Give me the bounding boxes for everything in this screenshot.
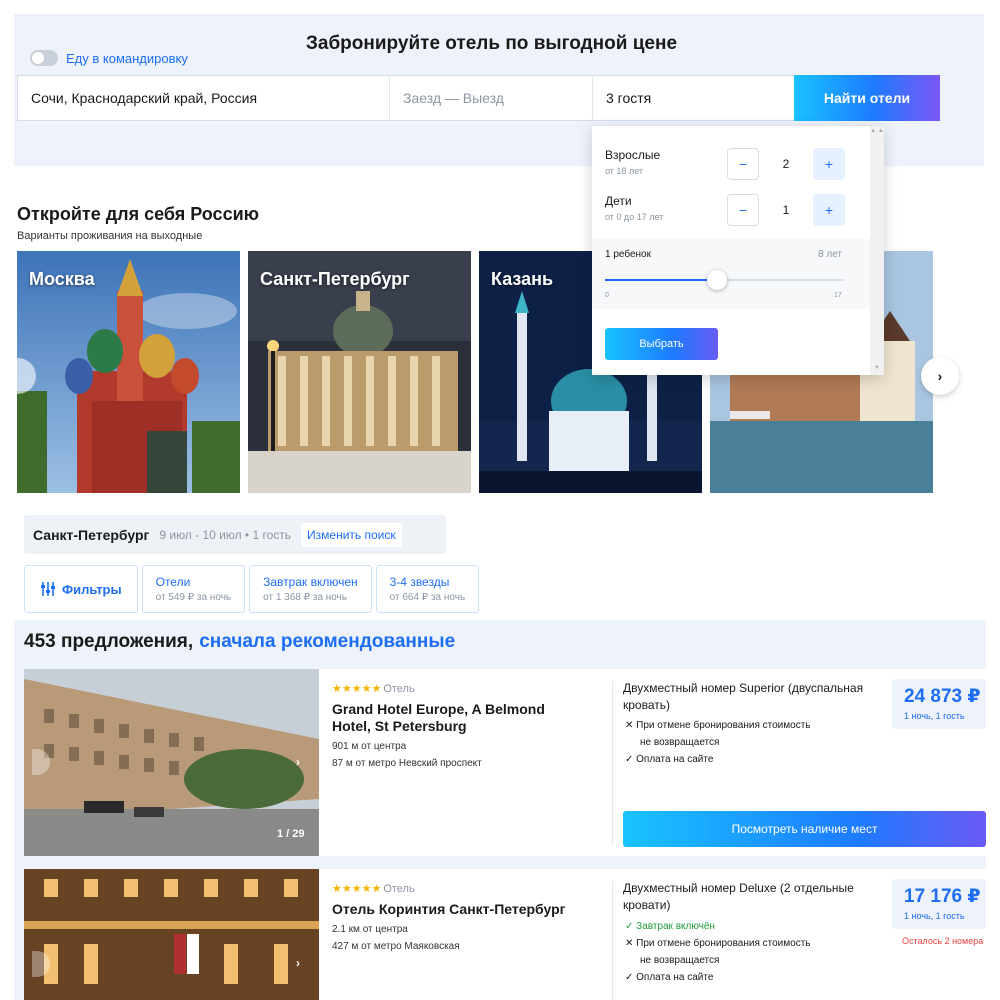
find-hotels-button[interactable]: Найти отели — [794, 75, 940, 121]
business-trip-toggle-row[interactable]: Еду в командировку — [30, 50, 188, 66]
hotel-stars: ★★★★★ Отель — [332, 882, 415, 895]
hotel-1-image — [24, 669, 319, 856]
hotel-name[interactable]: Grand Hotel Europe, A Belmond Hotel, St … — [332, 701, 582, 735]
children-minus-button[interactable]: − — [727, 194, 759, 226]
hotel-metro: 87 м от метро Невский проспект — [332, 758, 482, 769]
cancel-line-2: не возвращается — [640, 737, 720, 748]
photo-counter: 1 / 29 — [277, 828, 305, 840]
adults-minus-button[interactable]: − — [727, 148, 759, 180]
breakfast-line: ✓ Завтрак включён — [625, 921, 715, 932]
check-availability-button[interactable]: Посмотреть наличие мест — [623, 811, 986, 847]
slider-max-label: 17 — [834, 292, 842, 299]
child-age-block: 1 ребенок 8 лет 0 17 — [592, 239, 870, 309]
chip-title: Отели — [155, 575, 191, 589]
hotel-card-2[interactable]: › ★★★★★ Отель Отель Коринтия Санкт-Петерб… — [24, 869, 986, 1000]
room-type[interactable]: Двухместный номер Deluxe (2 отдельные кр… — [623, 880, 885, 914]
chip-title: Завтрак включен — [263, 575, 358, 589]
price: 17 176 ₽ — [904, 886, 981, 907]
hotel-card-1[interactable]: › 1 / 29 ★★★★★ Отель Grand Hotel Europe, … — [24, 669, 986, 856]
adults-row: Взрослые от 18 лет − 2 + — [605, 148, 845, 182]
filter-chips: Фильтры Отели от 549 ₽ за ночь Завтрак в… — [24, 565, 480, 613]
summary-meta: 9 июл - 10 июл • 1 гость — [159, 527, 292, 542]
hotel-divider — [612, 881, 613, 1000]
chip-price: от 1 368 ₽ за ночь — [263, 592, 347, 603]
carousel-next-button[interactable]: › — [921, 357, 959, 395]
chip-price: от 664 ₽ за ночь — [389, 592, 466, 603]
chip-title: 3-4 звезды — [389, 575, 450, 589]
discover-title: Откройте для себя Россию — [17, 204, 260, 224]
offers-count: 453 предложения, — [24, 631, 194, 652]
filter-chip-stars[interactable]: 3-4 звезды от 664 ₽ за ночь — [375, 565, 480, 613]
city-name-kazan: Казань — [491, 269, 554, 289]
hotel-divider — [612, 681, 613, 845]
star-rating: ★★★★★ — [332, 683, 382, 695]
dates-input[interactable]: Заезд — Выезд — [390, 76, 593, 120]
search-bar: Сочи, Краснодарский край, Россия Заезд —… — [17, 75, 795, 121]
filter-chip-hotels[interactable]: Отели от 549 ₽ за ночь — [141, 565, 246, 613]
child-age-slider[interactable] — [605, 270, 843, 290]
rooms-left-warning: Осталось 2 номера — [902, 936, 984, 946]
business-trip-label[interactable]: Еду в командировку — [66, 51, 188, 66]
child-age-slider-fill — [605, 279, 717, 281]
popup-scrollbar[interactable] — [870, 126, 884, 375]
hotel-distance: 901 м от центра — [332, 741, 407, 752]
hotel-metro: 427 м от метро Маяковская — [332, 941, 460, 952]
cancel-line: ✕ При отмене бронирования стоимость — [625, 938, 811, 949]
price-note: 1 ночь, 1 гость — [904, 911, 965, 921]
filters-label: Фильтры — [62, 581, 122, 597]
room-conditions: ✓ Завтрак включён ✕ При отмене бронирова… — [625, 918, 865, 986]
filter-chip-breakfast[interactable]: Завтрак включен от 1 368 ₽ за ночь — [249, 565, 372, 613]
payment-line: ✓ Оплата на сайте — [625, 972, 714, 983]
search-summary: Санкт-Петербург 9 июл - 10 июл • 1 гость… — [24, 515, 446, 554]
summary-city: Санкт-Петербург — [33, 526, 150, 543]
adults-stepper: − 2 + — [727, 148, 845, 180]
select-guests-button[interactable]: Выбрать — [605, 328, 718, 360]
children-count: 1 — [782, 203, 790, 217]
city-card-spb[interactable]: Санкт-Петербург — [248, 251, 471, 493]
room-conditions: ✕ При отмене бронирования стоимость не в… — [625, 717, 865, 768]
children-row: Дети от 0 до 17 лет − 1 + — [605, 194, 845, 228]
child-label: 1 ребенок — [605, 249, 651, 260]
change-search-button[interactable]: Изменить поиск — [301, 522, 402, 547]
discover-subtitle: Варианты проживания на выходные — [17, 230, 203, 242]
cancel-line-2: не возвращается — [640, 955, 720, 966]
slider-min-label: 0 — [605, 292, 609, 299]
hotel-2-photo-next[interactable]: › — [290, 956, 306, 972]
filters-icon — [41, 582, 55, 596]
price-box: 24 873 ₽ 1 ночь, 1 гость — [892, 679, 986, 729]
child-age-slider-thumb[interactable] — [707, 270, 727, 290]
children-stepper: − 1 + — [727, 194, 845, 226]
offers-title: 453 предложения, сначала рекомендованные — [24, 631, 455, 653]
hotel-1-photo-next[interactable]: › — [290, 755, 306, 771]
city-card-moscow[interactable]: Москва — [17, 251, 240, 493]
child-age-value: 8 лет — [818, 249, 842, 260]
price: 24 873 ₽ — [904, 686, 981, 707]
hotel-kind: Отель — [383, 883, 415, 895]
filters-button[interactable]: Фильтры — [24, 565, 138, 613]
hotel-photo-1[interactable] — [24, 669, 319, 856]
chip-price: от 549 ₽ за ночь — [155, 592, 232, 603]
room-type[interactable]: Двухместный номер Superior (двуспальная … — [623, 680, 885, 714]
cancel-line: ✕ При отмене бронирования стоимость — [625, 720, 811, 731]
price-note: 1 ночь, 1 гость — [904, 711, 965, 721]
star-rating: ★★★★★ — [332, 883, 382, 895]
hotel-2-image — [24, 869, 319, 1000]
city-name-spb: Санкт-Петербург — [260, 269, 410, 289]
guests-input[interactable]: 3 гостя — [593, 76, 794, 120]
adults-plus-button[interactable]: + — [813, 148, 845, 180]
price-box: 17 176 ₽ 1 ночь, 1 гость — [892, 879, 986, 929]
hotel-name[interactable]: Отель Коринтия Санкт-Петербург — [332, 901, 592, 918]
payment-line: ✓ Оплата на сайте — [625, 754, 714, 765]
sort-link[interactable]: сначала рекомендованные — [199, 631, 455, 652]
children-plus-button[interactable]: + — [813, 194, 845, 226]
hotel-photo-2[interactable] — [24, 869, 319, 1000]
business-trip-toggle[interactable] — [30, 50, 58, 66]
city-name-moscow: Москва — [29, 269, 95, 289]
hotel-kind: Отель — [383, 683, 415, 695]
hotel-distance: 2.1 км от центра — [332, 924, 408, 935]
hotel-stars: ★★★★★ Отель — [332, 682, 415, 695]
adults-count: 2 — [782, 157, 790, 171]
guests-popup: Взрослые от 18 лет − 2 + Дети от 0 до 17… — [592, 126, 884, 375]
destination-input[interactable]: Сочи, Краснодарский край, Россия — [18, 76, 390, 120]
